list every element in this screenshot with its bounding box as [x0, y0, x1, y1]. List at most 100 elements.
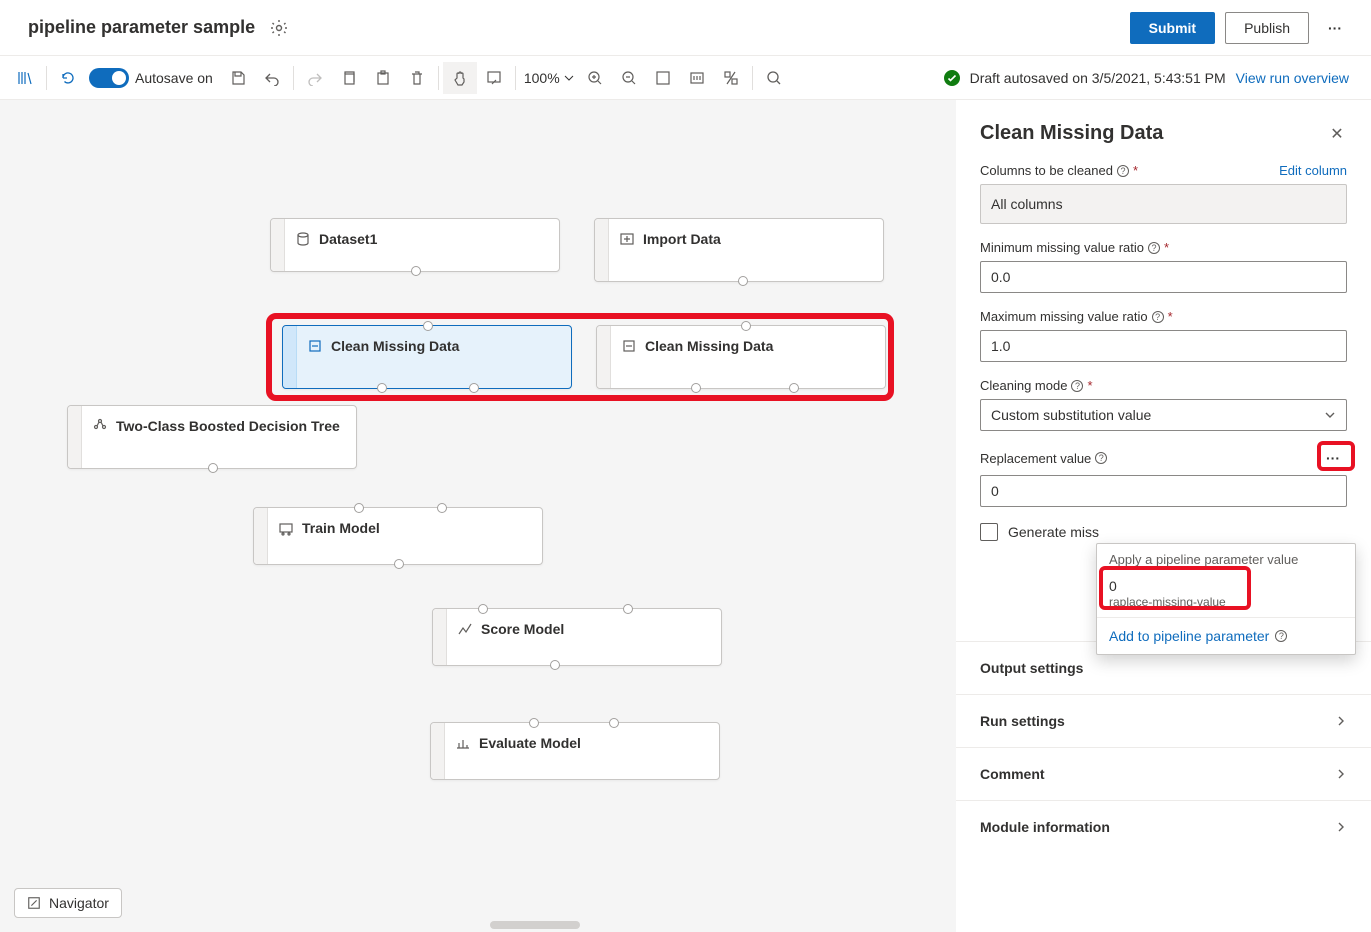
popup-add-link[interactable]: Add to pipeline parameter ? — [1097, 617, 1355, 654]
main-area: Dataset1 Import Data Clean Missing Data — [0, 100, 1371, 932]
properties-panel: Clean Missing Data ✕ Columns to be clean… — [956, 100, 1371, 932]
zoom-value: 100% — [524, 70, 560, 86]
score-icon — [457, 621, 473, 637]
node-import-data[interactable]: Import Data — [594, 218, 884, 282]
paste-icon[interactable] — [366, 62, 400, 94]
info-icon[interactable]: ? — [1095, 452, 1107, 464]
node-label: Score Model — [481, 621, 564, 637]
node-label: Clean Missing Data — [331, 338, 459, 354]
navigator-button[interactable]: Navigator — [14, 888, 122, 918]
columns-label: Columns to be cleaned — [980, 163, 1113, 178]
node-label: Import Data — [643, 231, 721, 247]
autosave-status: Draft autosaved on 3/5/2021, 5:43:51 PM — [970, 70, 1226, 86]
replacement-label: Replacement value — [980, 451, 1091, 466]
select-icon[interactable] — [477, 62, 511, 94]
max-ratio-label: Maximum missing value ratio — [980, 309, 1148, 324]
cleaning-mode-label: Cleaning mode — [980, 378, 1067, 393]
panel-title: Clean Missing Data — [980, 122, 1163, 145]
h-scrollbar[interactable] — [0, 918, 956, 932]
evaluate-icon — [455, 735, 471, 751]
cleaning-mode-select[interactable]: Custom substitution value — [980, 399, 1347, 431]
header-more-icon[interactable]: ··· — [1319, 20, 1351, 36]
train-icon — [278, 520, 294, 536]
node-label: Evaluate Model — [479, 735, 581, 751]
toolbar: Autosave on 100% — [0, 56, 1371, 100]
save-icon[interactable] — [221, 62, 255, 94]
popup-item-value: 0 — [1109, 577, 1343, 595]
node-bdt[interactable]: Two-Class Boosted Decision Tree — [67, 405, 357, 469]
actual-size-icon[interactable] — [680, 62, 714, 94]
header-bar: pipeline parameter sample Submit Publish… — [0, 0, 1371, 56]
pan-icon[interactable] — [443, 62, 477, 94]
node-label: Two-Class Boosted Decision Tree — [116, 418, 340, 434]
parameter-popup: Apply a pipeline parameter value 0 rapla… — [1096, 543, 1356, 655]
refresh-icon[interactable] — [51, 62, 85, 94]
node-label: Dataset1 — [319, 231, 377, 247]
replacement-more-button[interactable]: ··· — [1319, 447, 1347, 469]
library-icon[interactable] — [8, 62, 42, 94]
popup-item-name: raplace-missing-value — [1109, 595, 1343, 611]
close-icon[interactable]: ✕ — [1327, 124, 1347, 144]
autosave-toggle[interactable] — [89, 68, 129, 88]
section-module-info[interactable]: Module information — [956, 800, 1371, 853]
node-dataset1[interactable]: Dataset1 — [270, 218, 560, 272]
node-label: Train Model — [302, 520, 380, 536]
edges-layer — [0, 100, 300, 250]
popup-add-link-text: Add to pipeline parameter — [1109, 628, 1269, 644]
copy-icon[interactable] — [332, 62, 366, 94]
tree-icon — [92, 418, 108, 434]
autosave-label: Autosave on — [135, 70, 213, 86]
section-label: Run settings — [980, 713, 1065, 729]
columns-value[interactable] — [980, 184, 1347, 224]
zoom-out-icon[interactable] — [612, 62, 646, 94]
pipeline-title: pipeline parameter sample — [28, 17, 255, 38]
delete-icon[interactable] — [400, 62, 434, 94]
node-train[interactable]: Train Model — [253, 507, 543, 565]
undo-icon[interactable] — [255, 62, 289, 94]
chevron-right-icon — [1335, 715, 1347, 727]
popup-header: Apply a pipeline parameter value — [1097, 544, 1355, 571]
submit-button[interactable]: Submit — [1130, 12, 1215, 44]
section-label: Output settings — [980, 660, 1083, 676]
min-ratio-label: Minimum missing value ratio — [980, 240, 1144, 255]
success-check-icon — [944, 70, 960, 86]
zoom-dropdown[interactable]: 100% — [520, 70, 578, 86]
info-icon[interactable]: ? — [1148, 242, 1160, 254]
max-ratio-input[interactable] — [980, 330, 1347, 362]
edit-column-link[interactable]: Edit column — [1279, 163, 1347, 178]
settings-gear-icon[interactable] — [269, 18, 289, 38]
node-clean-missing-2[interactable]: Clean Missing Data — [596, 325, 886, 389]
popup-item[interactable]: 0 raplace-missing-value — [1097, 571, 1355, 617]
clean-icon — [307, 338, 323, 354]
fit-icon[interactable] — [646, 62, 680, 94]
info-icon[interactable]: ? — [1071, 380, 1083, 392]
redo-icon[interactable] — [298, 62, 332, 94]
chevron-right-icon — [1335, 821, 1347, 833]
info-icon[interactable]: ? — [1275, 630, 1287, 642]
dataset-icon — [295, 231, 311, 247]
info-icon[interactable]: ? — [1117, 165, 1129, 177]
generate-missing-label: Generate miss — [1008, 524, 1099, 540]
autolayout-icon[interactable] — [714, 62, 748, 94]
min-ratio-input[interactable] — [980, 261, 1347, 293]
info-icon[interactable]: ? — [1152, 311, 1164, 323]
node-evaluate[interactable]: Evaluate Model — [430, 722, 720, 780]
chevron-down-icon — [1324, 409, 1336, 421]
clean-icon — [621, 338, 637, 354]
section-label: Module information — [980, 819, 1110, 835]
zoom-in-icon[interactable] — [578, 62, 612, 94]
generate-missing-checkbox[interactable] — [980, 523, 998, 541]
chevron-right-icon — [1335, 768, 1347, 780]
search-icon[interactable] — [757, 62, 791, 94]
navigator-icon — [27, 896, 41, 910]
view-run-link[interactable]: View run overview — [1236, 70, 1349, 86]
node-clean-missing-1[interactable]: Clean Missing Data — [282, 325, 572, 389]
pipeline-canvas[interactable]: Dataset1 Import Data Clean Missing Data — [0, 100, 956, 932]
replacement-input[interactable] — [980, 475, 1347, 507]
section-run-settings[interactable]: Run settings — [956, 694, 1371, 747]
node-score[interactable]: Score Model — [432, 608, 722, 666]
node-label: Clean Missing Data — [645, 338, 773, 354]
import-icon — [619, 231, 635, 247]
publish-button[interactable]: Publish — [1225, 12, 1309, 44]
section-comment[interactable]: Comment — [956, 747, 1371, 800]
